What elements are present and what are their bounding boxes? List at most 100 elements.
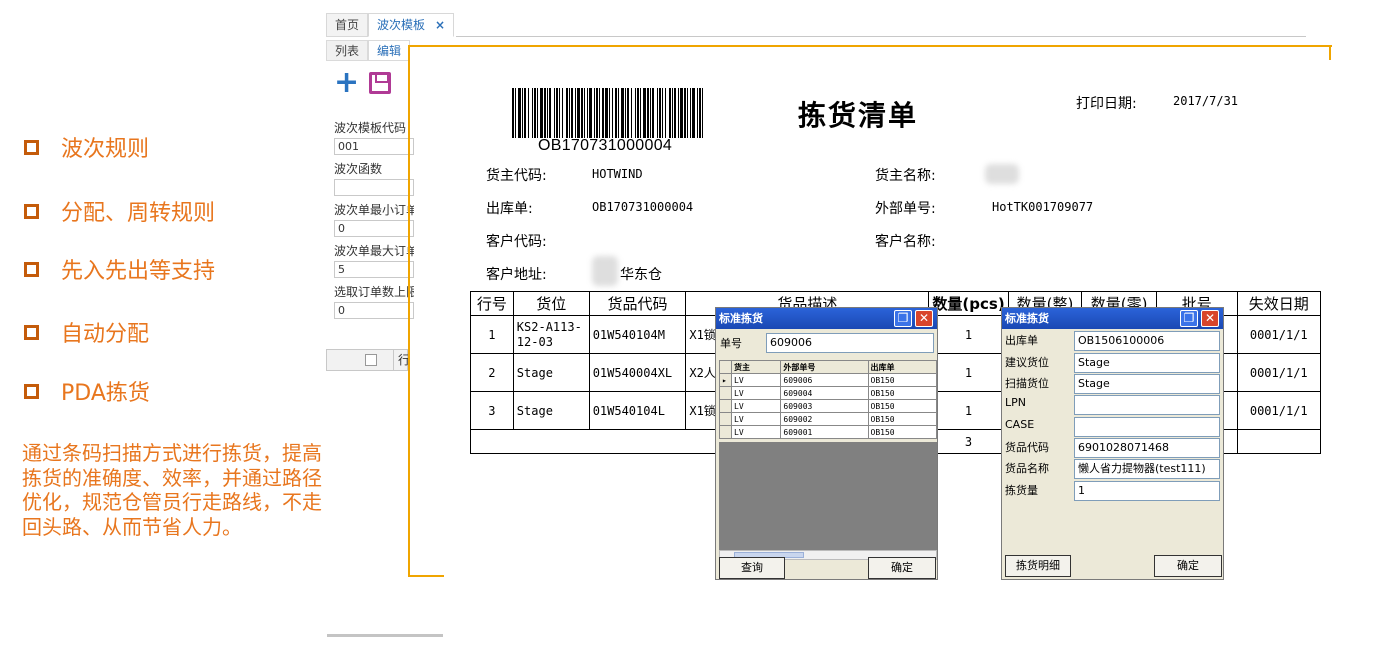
owner-name-label: 货主名称:	[875, 168, 936, 184]
field-label: 扫描货位	[1005, 377, 1049, 390]
column-header: 数量(pcs)	[928, 291, 1009, 316]
barcode	[512, 88, 706, 138]
close-icon[interactable]: ×	[435, 18, 445, 32]
row-header	[719, 425, 732, 439]
outbound-value: OB170731000004	[592, 200, 694, 214]
grid-cell: 609002	[780, 412, 869, 426]
confirm-button[interactable]: 确定	[868, 557, 936, 579]
line-cell: 2	[470, 353, 514, 392]
order-number-input[interactable]: 609006	[766, 333, 934, 353]
close-icon[interactable]: ✕	[915, 310, 933, 327]
feature-label: 先入先出等支持	[61, 259, 216, 284]
add-icon[interactable]: +	[334, 68, 359, 98]
barcode-bar	[703, 88, 705, 138]
table-row[interactable]: ▸ LV 609006 OB150	[719, 373, 937, 387]
min-orders-input[interactable]: 0	[334, 220, 414, 237]
row-header	[719, 412, 732, 426]
wave-function-input[interactable]	[334, 179, 414, 196]
restore-icon[interactable]: ❐	[894, 310, 912, 327]
product-code-input[interactable]: 6901028071468	[1074, 438, 1220, 458]
grid-cell: OB150	[867, 386, 937, 400]
field-label: 选取订单数上限	[334, 285, 414, 299]
square-bullet-icon	[24, 203, 39, 219]
tab-label: 首页	[335, 18, 360, 32]
feature-label: 波次规则	[61, 137, 150, 162]
customer-code-label: 客户代码:	[486, 234, 547, 250]
grid-cell: 609001	[780, 425, 869, 439]
grid-cell: OB150	[867, 399, 937, 413]
pick-detail-button[interactable]: 拣货明细	[1005, 555, 1071, 577]
line-cell: 1	[470, 315, 514, 354]
divider	[456, 36, 1306, 37]
query-button[interactable]: 查询	[719, 557, 785, 579]
feature-label: PDA拣货	[61, 381, 150, 406]
grid-cell: LV	[730, 373, 782, 387]
grid-header-row: 货主 外部单号 出库单	[719, 360, 937, 374]
max-orders-input[interactable]: 5	[334, 261, 414, 278]
tab-list[interactable]: 列表	[326, 40, 369, 61]
customer-address-value: 华东仓	[620, 267, 662, 283]
save-icon[interactable]	[369, 72, 392, 94]
select-all-checkbox[interactable]	[365, 354, 377, 366]
location-cell: KS2-A113-12-03	[512, 315, 590, 354]
qty-cell: 1	[928, 391, 1009, 430]
square-bullet-icon	[24, 139, 39, 155]
feature-description: 通过条码扫描方式进行拣货，提高拣货的准确度、效率，并通过路径优化，规范仓管员行走…	[22, 441, 322, 539]
grid-cell: OB150	[867, 425, 937, 439]
grid-cell: LV	[730, 412, 782, 426]
table-row[interactable]: LV 609004 OB150	[719, 386, 937, 400]
template-code-input[interactable]: 001	[334, 138, 414, 155]
location-cell: Stage	[512, 353, 590, 392]
feature-item: PDA拣货	[24, 375, 150, 407]
suggested-location-input[interactable]: Stage	[1074, 353, 1220, 373]
field-label: 波次单最小订单	[334, 203, 414, 217]
expiry-cell: 0001/1/1	[1236, 353, 1321, 392]
code-cell: 01W540004XL	[588, 353, 687, 392]
column-header: 货品代码	[588, 291, 687, 316]
barcode-number: OB170731000004	[538, 137, 673, 154]
tab-edit[interactable]: 编辑	[368, 40, 411, 61]
pick-qty-input[interactable]: 1	[1074, 481, 1220, 501]
customer-name-label: 客户名称:	[875, 234, 936, 250]
table-row[interactable]: LV 609001 OB150	[719, 425, 937, 439]
grid-column-header[interactable]: 外部单号	[780, 360, 869, 374]
confirm-button[interactable]: 确定	[1154, 555, 1222, 577]
table-row[interactable]: LV 609003 OB150	[719, 399, 937, 413]
row-header-corner	[719, 360, 732, 374]
lpn-input[interactable]	[1074, 395, 1220, 415]
print-date-value: 2017/7/31	[1173, 94, 1239, 108]
subtab-bar: 列表 编辑	[326, 40, 411, 61]
highlight-frame-edge	[408, 575, 444, 577]
grid-empty-area	[719, 442, 937, 550]
tab-bar: 首页 波次模板 ×	[326, 13, 455, 38]
scanned-location-input[interactable]: Stage	[1074, 374, 1220, 394]
field-label: 货品名称	[1005, 462, 1049, 475]
restore-icon[interactable]: ❐	[1180, 310, 1198, 327]
case-input[interactable]	[1074, 417, 1220, 437]
tab-home[interactable]: 首页	[326, 13, 369, 37]
row-header	[719, 399, 732, 413]
field-label: 出库单	[1005, 334, 1038, 347]
table-row[interactable]: LV 609002 OB150	[719, 412, 937, 426]
field-label: LPN	[1005, 396, 1026, 409]
row-header	[719, 386, 732, 400]
owner-code-value: HOTWIND	[592, 167, 643, 181]
grid-column-header[interactable]: 货主	[730, 360, 782, 374]
qty-cell: 1	[928, 353, 1009, 392]
product-name-input[interactable]: 懒人省力提物器(test111)	[1074, 459, 1220, 479]
grid-cell: OB150	[867, 373, 937, 387]
order-number-label: 单号	[720, 337, 742, 350]
outbound-input[interactable]: OB1506100006	[1074, 331, 1220, 351]
grid-cell: 609003	[780, 399, 869, 413]
tab-wave-template[interactable]: 波次模板 ×	[368, 13, 455, 37]
external-number-value: HotTK001709077	[992, 200, 1094, 214]
order-limit-input[interactable]: 0	[334, 302, 414, 319]
square-bullet-icon	[24, 383, 39, 399]
grid-column-header[interactable]: 出库单	[867, 360, 937, 374]
close-icon[interactable]: ✕	[1201, 310, 1219, 327]
toolbar: +	[334, 68, 392, 98]
grid-cell: OB150	[867, 412, 937, 426]
square-bullet-icon	[24, 261, 39, 277]
outbound-label: 出库单:	[486, 201, 533, 217]
pda-pick-window: 标准拣货 ❐ ✕ 出库单 OB1506100006 建议货位 Stage 扫描货…	[1001, 307, 1224, 580]
